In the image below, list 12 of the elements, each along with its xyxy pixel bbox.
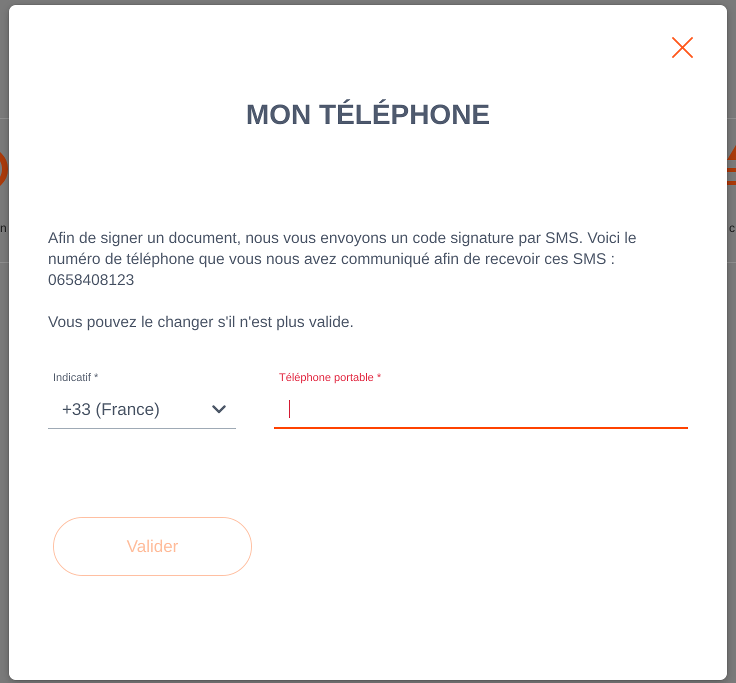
country-code-select[interactable]: +33 (France)	[48, 391, 236, 429]
chevron-down-icon	[212, 405, 226, 414]
close-icon	[672, 37, 693, 58]
field-label: Téléphone portable *	[279, 371, 382, 385]
close-button[interactable]	[672, 37, 693, 58]
field-label: Indicatif *	[53, 371, 100, 385]
intro-text: Afin de signer un document, nous vous envoyons un code signature par SMS. Voici le numéro de téléphone que vous nous avez communiqué afin de recevoir ces SMS : 0658408123	[48, 229, 638, 291]
background-label: c	[729, 221, 735, 235]
dialog-title: MON TÉLÉPHONE	[244, 98, 492, 132]
background-label: n	[0, 221, 7, 235]
note-text: Vous pouvez le changer s'il n'est plus valide.	[48, 313, 355, 333]
text-cursor	[289, 400, 290, 418]
